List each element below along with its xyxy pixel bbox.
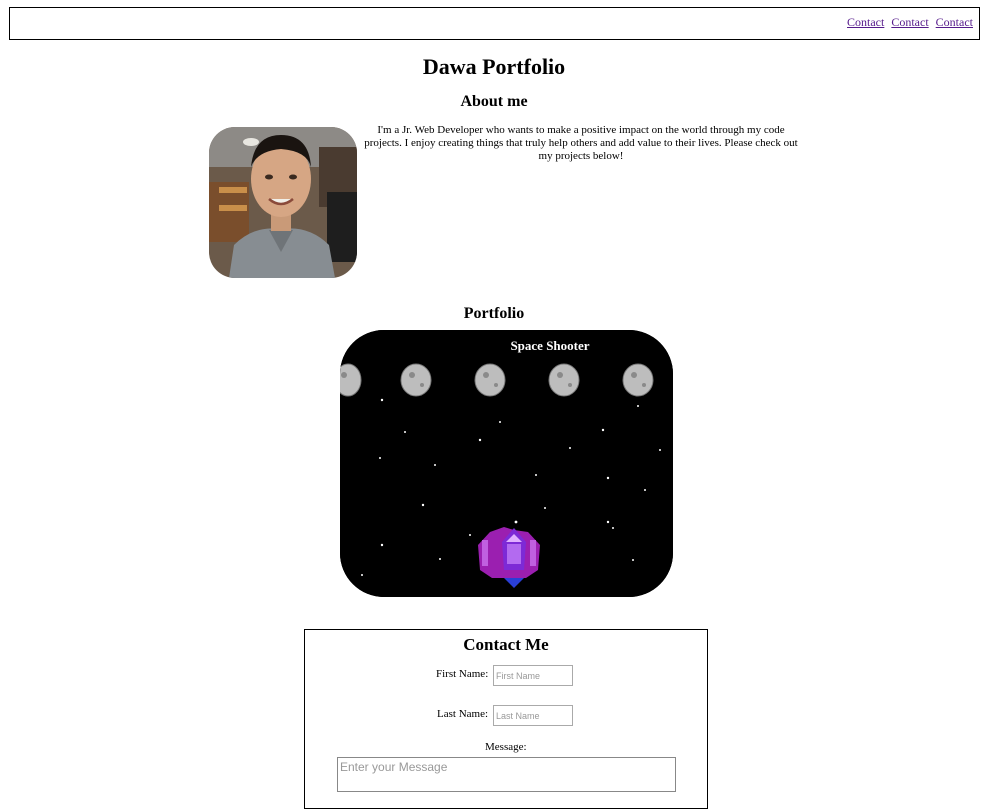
message-label: Message:	[485, 741, 527, 753]
about-heading: About me	[460, 93, 528, 110]
last-name-label: Last Name:	[437, 708, 489, 720]
last-name-input[interactable]	[493, 705, 573, 726]
contact-heading: Contact Me	[463, 635, 549, 654]
profile-photo-illustration	[209, 127, 357, 278]
project-title: Space Shooter	[510, 338, 589, 353]
nav-link-contact-1[interactable]: Contact	[847, 15, 884, 29]
message-textarea[interactable]	[337, 757, 676, 792]
top-navbar: Contact Contact Contact	[9, 7, 980, 40]
space-shooter-screenshot: Space Shooter	[340, 330, 673, 597]
first-name-input[interactable]	[493, 665, 573, 686]
nav-link-contact-3[interactable]: Contact	[936, 15, 973, 29]
contact-form: Contact Me First Name: Last Name: Messag…	[304, 629, 708, 809]
nav-links: Contact Contact Contact	[843, 15, 973, 30]
first-name-label: First Name:	[436, 668, 489, 680]
page-title: Dawa Portfolio	[422, 54, 566, 79]
portfolio-heading: Portfolio	[463, 305, 525, 322]
nav-link-contact-2[interactable]: Contact	[891, 15, 928, 29]
project-space-shooter[interactable]: Space Shooter	[340, 330, 673, 597]
about-text: I'm a Jr. Web Developer who wants to mak…	[364, 124, 798, 162]
profile-photo	[209, 127, 357, 278]
